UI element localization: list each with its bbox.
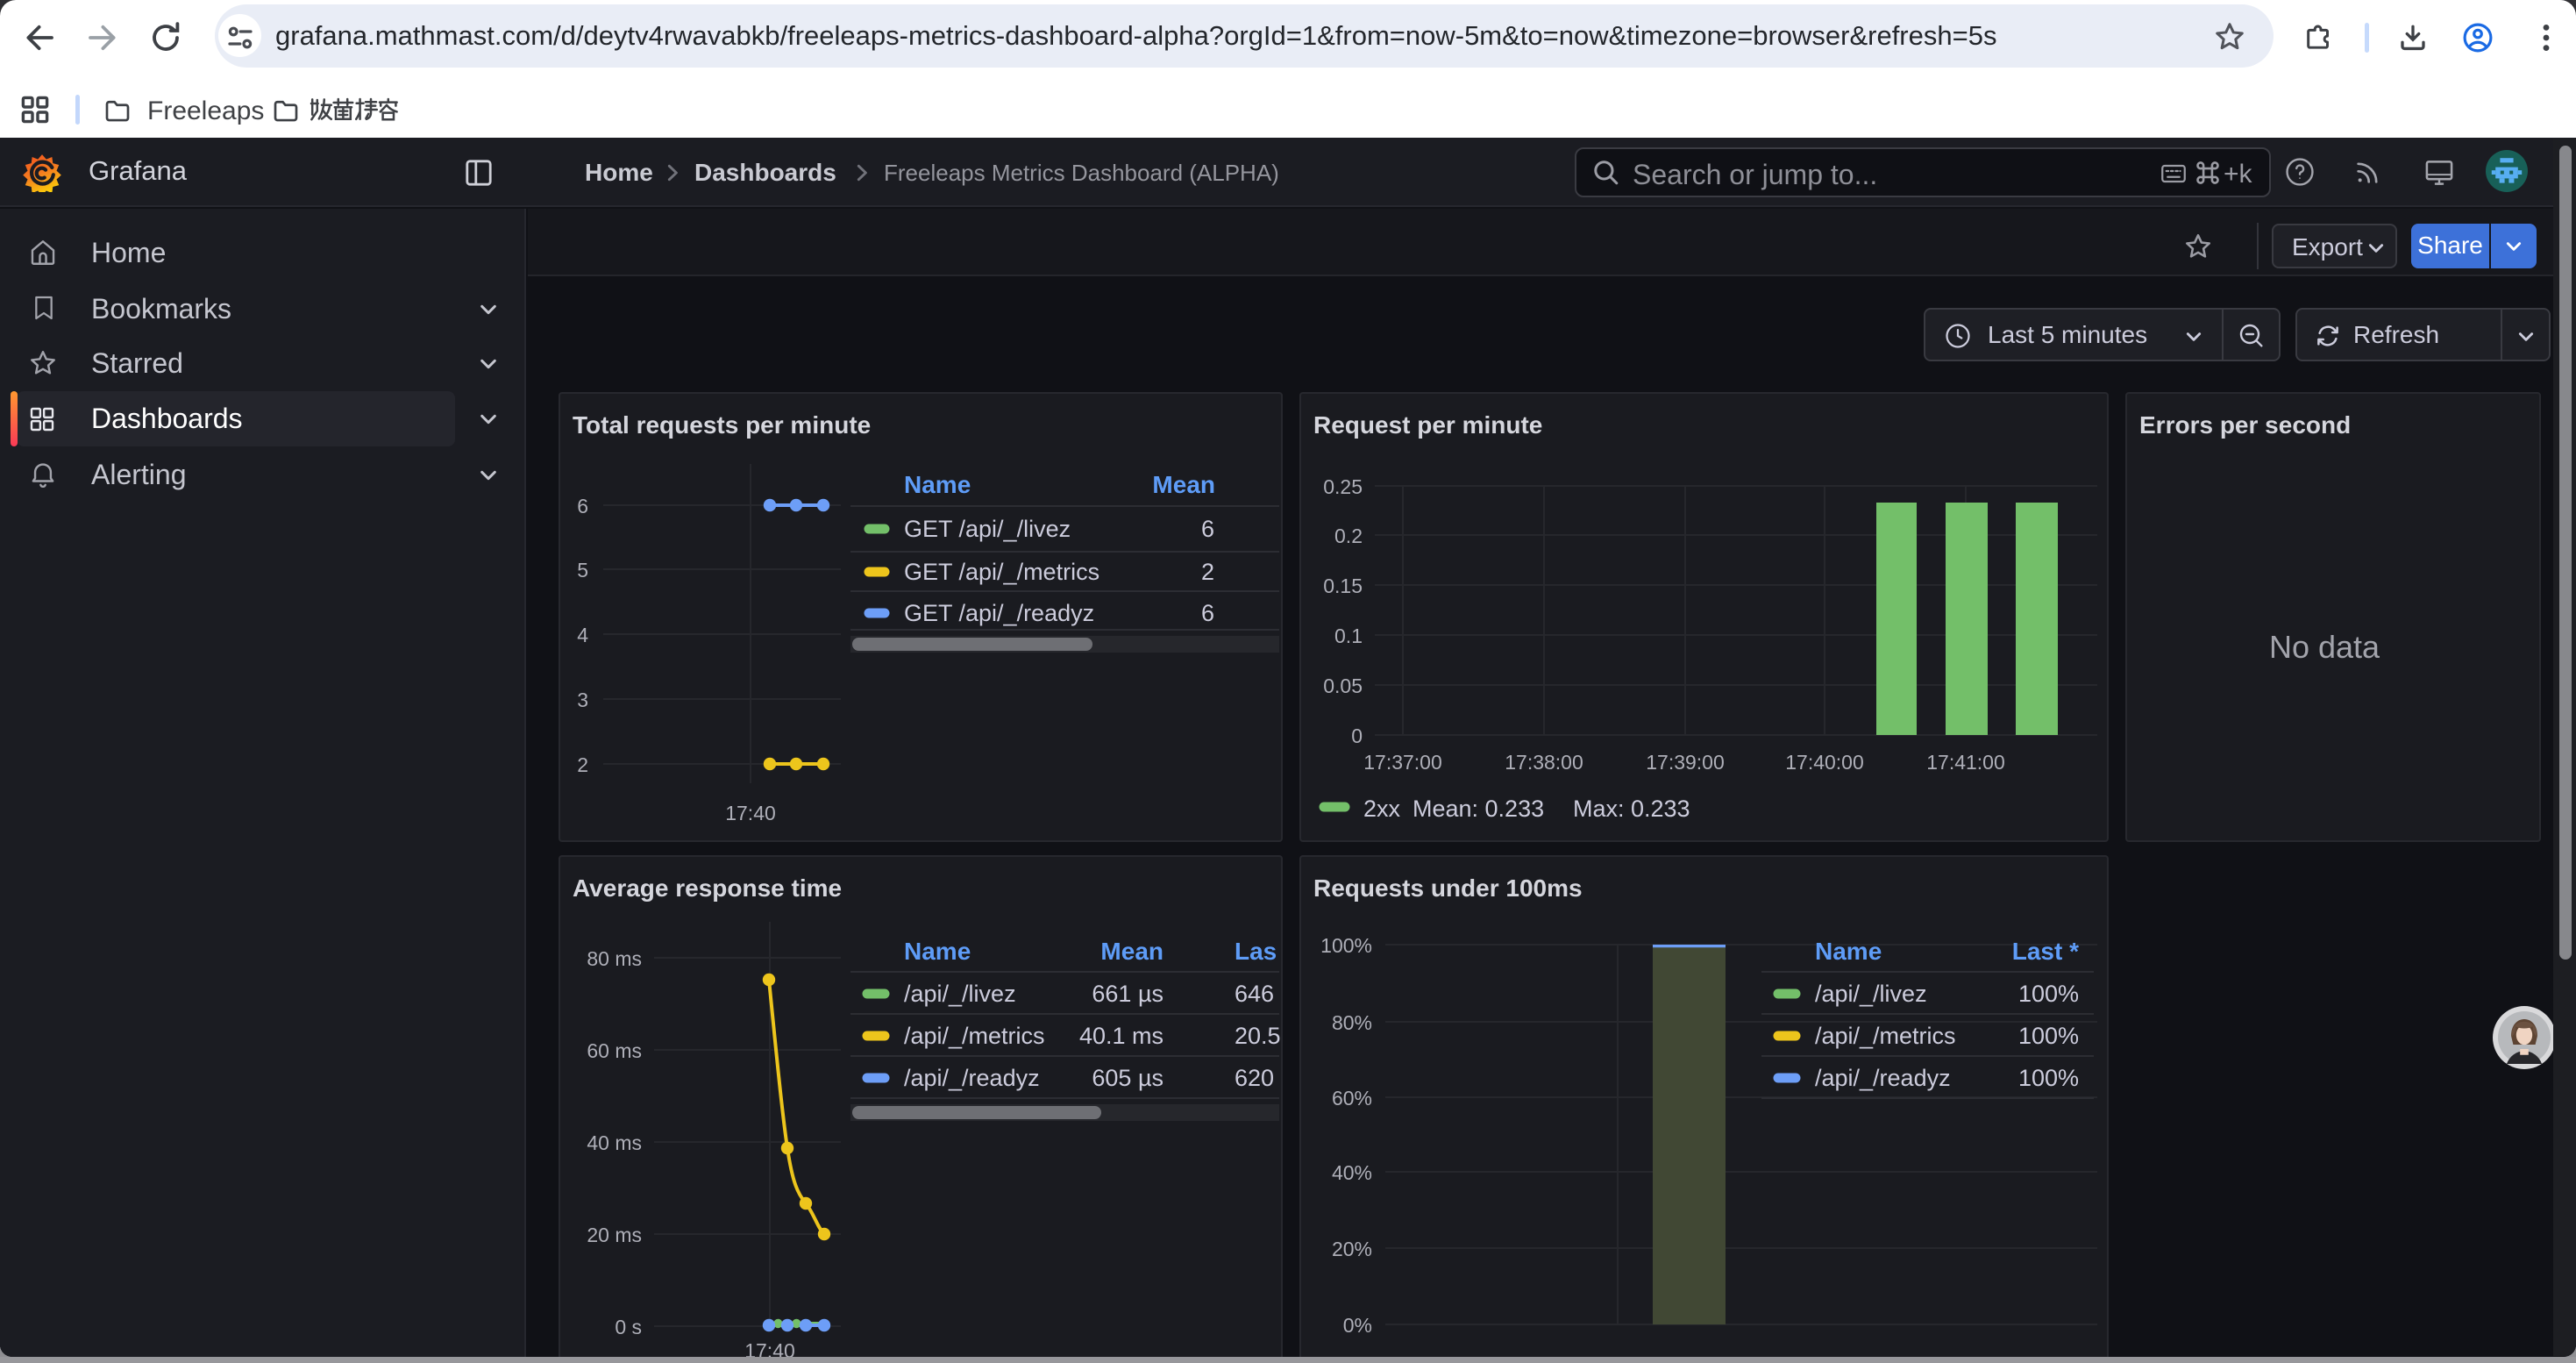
svg-text:661 µs: 661 µs <box>1092 981 1163 1007</box>
svg-text:/api/_/livez: /api/_/livez <box>1815 981 1927 1007</box>
svg-text:4: 4 <box>577 624 588 646</box>
svg-text:0%: 0% <box>1343 1314 1372 1337</box>
svg-text:/api/_/readyz: /api/_/readyz <box>1815 1065 1951 1091</box>
svg-text:Las: Las <box>1235 938 1277 965</box>
svg-text:17:40: 17:40 <box>744 1339 795 1357</box>
svg-text:620: 620 <box>1235 1065 1274 1091</box>
svg-text:5: 5 <box>577 559 588 582</box>
svg-text:2: 2 <box>577 753 588 776</box>
svg-text:2xx: 2xx <box>1363 796 1401 822</box>
svg-text:100%: 100% <box>2018 981 2079 1007</box>
svg-text:40.1 ms: 40.1 ms <box>1079 1023 1163 1049</box>
svg-text:Mean: 0.233: Mean: 0.233 <box>1413 796 1544 822</box>
svg-text:/api/_/metrics: /api/_/metrics <box>1815 1023 1956 1049</box>
svg-text:Name: Name <box>904 938 971 965</box>
svg-text:100%: 100% <box>2018 1065 2079 1091</box>
svg-text:100%: 100% <box>2018 1023 2079 1049</box>
svg-text:GET /api/_/metrics: GET /api/_/metrics <box>904 559 1099 585</box>
svg-text:0.05: 0.05 <box>1323 674 1363 697</box>
svg-text:0.15: 0.15 <box>1323 574 1363 597</box>
svg-text:17:38:00: 17:38:00 <box>1505 751 1583 774</box>
svg-text:20.5 r: 20.5 r <box>1235 1023 1281 1049</box>
svg-text:40 ms: 40 ms <box>587 1131 642 1154</box>
svg-text:6: 6 <box>1201 516 1214 542</box>
svg-text:20%: 20% <box>1332 1238 1372 1260</box>
svg-text:0: 0 <box>1351 724 1363 747</box>
svg-text:Mean: Mean <box>1100 938 1163 965</box>
svg-text:6: 6 <box>577 495 588 517</box>
svg-text:80 ms: 80 ms <box>587 947 642 970</box>
svg-text:/api/_/readyz: /api/_/readyz <box>904 1065 1040 1091</box>
svg-text:17:40:00: 17:40:00 <box>1785 751 1864 774</box>
svg-text:6: 6 <box>1201 600 1214 626</box>
svg-text:2: 2 <box>1201 559 1214 585</box>
svg-text:Last *: Last * <box>2012 938 2079 965</box>
svg-text:646: 646 <box>1235 981 1274 1007</box>
svg-text:17:40: 17:40 <box>725 802 776 824</box>
svg-text:GET /api/_/readyz: GET /api/_/readyz <box>904 600 1094 626</box>
svg-text:60%: 60% <box>1332 1087 1372 1110</box>
svg-text:605 µs: 605 µs <box>1092 1065 1163 1091</box>
svg-text:/api/_/livez: /api/_/livez <box>904 981 1016 1007</box>
svg-text:GET /api/_/livez: GET /api/_/livez <box>904 516 1071 542</box>
svg-text:0 s: 0 s <box>615 1316 642 1338</box>
svg-text:Name: Name <box>1815 938 1882 965</box>
svg-text:17:39:00: 17:39:00 <box>1646 751 1725 774</box>
svg-text:3: 3 <box>577 689 588 711</box>
svg-text:17:37:00: 17:37:00 <box>1363 751 1442 774</box>
svg-text:60 ms: 60 ms <box>587 1039 642 1062</box>
svg-text:17:41:00: 17:41:00 <box>1926 751 2005 774</box>
svg-text:Name: Name <box>904 471 971 498</box>
svg-text:20 ms: 20 ms <box>587 1224 642 1246</box>
svg-text:0.2: 0.2 <box>1334 525 1363 547</box>
svg-text:40%: 40% <box>1332 1161 1372 1184</box>
svg-text:/api/_/metrics: /api/_/metrics <box>904 1023 1045 1049</box>
svg-text:Max: 0.233: Max: 0.233 <box>1573 796 1690 822</box>
svg-text:Mean: Mean <box>1152 471 1215 498</box>
svg-text:100%: 100% <box>1320 934 1372 957</box>
svg-text:0.25: 0.25 <box>1323 475 1363 498</box>
svg-text:80%: 80% <box>1332 1011 1372 1034</box>
svg-text:0.1: 0.1 <box>1334 624 1363 647</box>
